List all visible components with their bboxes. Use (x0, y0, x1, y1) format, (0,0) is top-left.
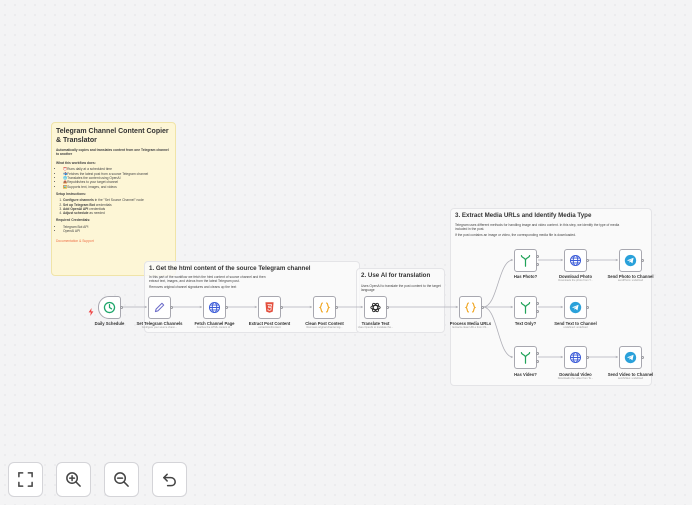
node-subtitle: Uses OpenAI to translate the... (357, 326, 394, 329)
node-subtitle: Configure your source chann... (141, 326, 178, 329)
node-subtitle: Fetches the HTML content of... (196, 326, 233, 329)
output-port[interactable] (169, 305, 173, 309)
zoom-in-icon (66, 472, 81, 487)
output-port-false[interactable] (535, 262, 539, 266)
if-branch-icon (520, 255, 531, 267)
globe-icon (208, 301, 221, 314)
node-download-photo[interactable] (564, 249, 587, 272)
node-text-only[interactable] (514, 296, 537, 319)
edge-arrow (615, 355, 618, 359)
node-subtitle: undefined: undefined (563, 326, 588, 329)
output-port[interactable] (585, 258, 589, 262)
output-port[interactable] (640, 258, 644, 262)
edge-arrow (615, 258, 618, 262)
fit-view-button[interactable] (8, 462, 43, 497)
clock-icon (103, 301, 116, 314)
edge-arrow (510, 305, 513, 309)
telegram-icon (624, 254, 637, 267)
code-braces-icon (464, 302, 477, 313)
output-port[interactable] (585, 305, 589, 309)
edge-arrow (144, 305, 147, 309)
node-download-video[interactable] (564, 346, 587, 369)
zoom-out-button[interactable] (104, 462, 139, 497)
node-subtitle: sendVideo: undefined (617, 377, 644, 380)
node-extract-post-content[interactable] (258, 296, 281, 319)
edge-arrow (510, 258, 513, 262)
edge-arrow (510, 355, 513, 359)
node-subtitle: Downloads the video from Te... (557, 377, 594, 380)
node-translate-text[interactable] (364, 296, 387, 319)
node-subtitle: Removes original channel sig... (306, 326, 343, 329)
node-fetch-channel-page[interactable] (203, 296, 226, 319)
if-branch-icon (520, 352, 531, 364)
output-port[interactable] (385, 305, 389, 309)
node-subtitle: sendPhoto: undefined (617, 279, 644, 282)
node-clean-post-content[interactable] (313, 296, 336, 319)
node-subtitle: extractHtmlContent (258, 326, 281, 329)
telegram-icon (569, 301, 582, 314)
node-has-video[interactable] (514, 346, 537, 369)
zoom-out-icon (114, 472, 129, 487)
edge-arrow (560, 305, 563, 309)
globe-icon (569, 254, 582, 267)
html5-icon (265, 302, 274, 313)
connection-lines (122, 258, 618, 359)
edge-arrow (309, 305, 312, 309)
output-port-false[interactable] (535, 359, 539, 363)
globe-icon (569, 351, 582, 364)
edge-arrow (560, 355, 563, 359)
fit-view-icon (18, 472, 33, 487)
if-branch-icon (520, 302, 531, 314)
output-port-false[interactable] (535, 309, 539, 313)
edge-arrow (360, 305, 363, 309)
node-send-photo-to-channel[interactable] (619, 249, 642, 272)
code-braces-icon (318, 302, 331, 313)
openai-icon (370, 302, 381, 313)
undo-icon (163, 473, 176, 487)
output-port[interactable] (640, 355, 644, 359)
node-process-media-urls[interactable] (459, 296, 482, 319)
node-set-telegram-channels[interactable] (148, 296, 171, 319)
output-port[interactable] (585, 355, 589, 359)
output-port-true[interactable] (535, 301, 539, 305)
output-port[interactable] (480, 305, 484, 309)
output-port[interactable] (119, 305, 123, 309)
edge-arrow (455, 305, 458, 309)
output-port[interactable] (334, 305, 338, 309)
zoom-in-button[interactable] (56, 462, 91, 497)
edge-arrow (560, 258, 563, 262)
output-port-true[interactable] (535, 254, 539, 258)
node-send-video-to-channel[interactable] (619, 346, 642, 369)
node-subtitle: Extracts clean URLs from CS... (452, 326, 489, 329)
telegram-icon (624, 351, 637, 364)
node-daily-schedule[interactable] (98, 296, 121, 319)
node-subtitle: Downloads the photo from T... (558, 279, 593, 282)
trigger-bolt-icon (88, 303, 94, 316)
reset-zoom-button[interactable] (152, 462, 187, 497)
edge (482, 259, 514, 308)
node-has-photo[interactable] (514, 249, 537, 272)
node-send-text-to-channel[interactable] (564, 296, 587, 319)
pencil-icon (154, 302, 165, 313)
edge-arrow (199, 305, 202, 309)
edge (482, 306, 514, 358)
edge-arrow (254, 305, 257, 309)
output-port[interactable] (224, 305, 228, 309)
output-port[interactable] (279, 305, 283, 309)
output-port-true[interactable] (535, 351, 539, 355)
